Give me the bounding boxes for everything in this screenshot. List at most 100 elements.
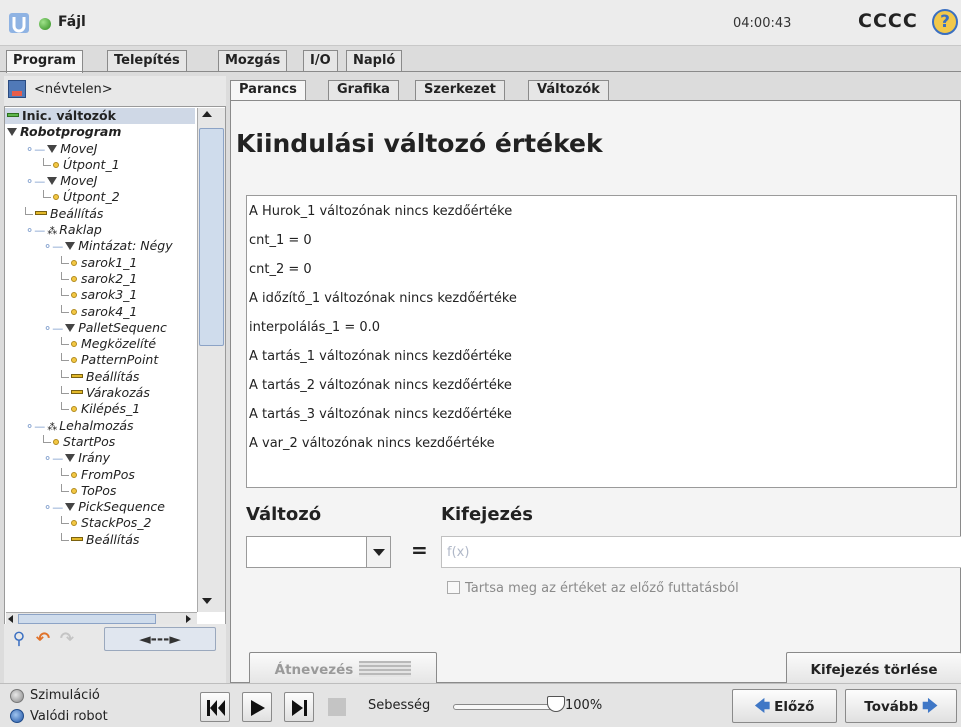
file-menu[interactable]: Fájl [58, 14, 86, 30]
set-bar-icon [71, 390, 83, 395]
variable-item[interactable]: interpolálás_1 = 0.0 [247, 313, 956, 342]
tree-node[interactable]: ⚬— ⁂ Raklap [5, 222, 195, 238]
tree-node-label: Útpont_1 [63, 156, 120, 172]
move-node-button[interactable]: ◄---► [104, 627, 216, 651]
tree-node[interactable]: ⚬— Irány [5, 450, 195, 466]
simulation-label[interactable]: Szimuláció [30, 688, 100, 703]
tab-command[interactable]: Parancs [230, 80, 306, 101]
tree-node[interactable]: sarok3_1 [5, 287, 195, 303]
tree-connector-icon [61, 271, 69, 280]
tree-node-label: Mintázat: Négy [78, 238, 173, 254]
previous-button[interactable]: 🡄 Előző [732, 689, 837, 723]
triangle-icon [47, 144, 58, 153]
tree-node[interactable]: Inic. változók [5, 108, 195, 125]
tab-structure[interactable]: Szerkezet [415, 80, 505, 101]
tree-node[interactable]: ⚬— ⁂ Lehalmozás [5, 418, 195, 434]
tree-node[interactable]: Beállítás [5, 206, 195, 222]
arrow-right-icon: 🡆 [922, 697, 938, 715]
tree-node[interactable]: Várakozás [5, 385, 195, 401]
real-robot-radio[interactable] [10, 709, 24, 723]
variable-item[interactable]: A tartás_1 változónak nincs kezdőértéke [247, 342, 956, 371]
redo-icon[interactable]: ↷ [56, 626, 78, 652]
scroll-thumb-horizontal[interactable] [18, 614, 156, 624]
tree-node[interactable]: Beállítás [5, 532, 195, 548]
variable-item[interactable]: cnt_1 = 0 [247, 226, 956, 255]
tree-node-label: Beállítás [86, 368, 140, 384]
chevron-down-icon[interactable] [366, 537, 390, 567]
tree-node[interactable]: sarok2_1 [5, 271, 195, 287]
help-icon[interactable]: ? [932, 9, 958, 35]
tree-connector-icon [61, 402, 69, 411]
tab-graphics[interactable]: Grafika [328, 80, 399, 101]
tree-node[interactable]: StartPos [5, 434, 195, 450]
file-status-icon[interactable] [39, 18, 51, 30]
tree-node[interactable]: Kilépés_1 [5, 401, 195, 417]
tree-node[interactable]: PatternPoint [5, 352, 195, 368]
tree-node[interactable]: Robotprogram [5, 124, 195, 140]
variable-dropdown[interactable] [246, 536, 391, 568]
tree-node[interactable]: StackPos_2 [5, 515, 195, 531]
stop-button[interactable] [326, 692, 348, 722]
tree-connector-icon [43, 190, 51, 199]
tree-node[interactable]: Beállítás [5, 369, 195, 385]
next-button[interactable]: Tovább 🡆 [845, 689, 957, 723]
play-button[interactable] [242, 692, 272, 722]
variable-item[interactable]: cnt_2 = 0 [247, 255, 956, 284]
tree-node[interactable]: Útpont_1 [5, 157, 195, 173]
step-forward-icon [292, 700, 307, 716]
simulation-radio[interactable] [10, 689, 24, 703]
undo-icon[interactable]: ↶ [32, 626, 54, 652]
keep-value-checkbox[interactable] [447, 581, 460, 594]
tree-node[interactable]: Útpont_2 [5, 189, 195, 205]
tree-node[interactable]: sarok1_1 [5, 255, 195, 271]
expression-input[interactable] [441, 536, 961, 568]
speed-slider-handle[interactable] [547, 696, 565, 712]
tab-program[interactable]: Program [6, 50, 83, 73]
tree-connector-icon: ⚬— [25, 224, 46, 238]
tree-node[interactable]: ⚬— Mintázat: Négy [5, 238, 195, 254]
tree-connector-icon: ⚬— [43, 321, 64, 335]
variable-item[interactable]: A var_2 változónak nincs kezdőértéke [247, 429, 956, 458]
initial-variables-list[interactable]: A Hurok_1 változónak nincs kezdőértéke cn… [246, 195, 957, 488]
scroll-up-icon[interactable] [202, 111, 212, 117]
tab-io[interactable]: I/O [303, 50, 338, 72]
step-button[interactable] [284, 692, 314, 722]
tree-node[interactable]: ⚬— MoveJ [5, 141, 195, 157]
tree-connector-icon [61, 386, 69, 395]
scroll-down-icon[interactable] [202, 598, 212, 604]
tree-node[interactable]: ⚬— MoveJ [5, 173, 195, 189]
scroll-right-icon[interactable] [186, 615, 191, 623]
tree-node[interactable]: sarok4_1 [5, 304, 195, 320]
tree-connector-icon [61, 483, 69, 492]
search-icon[interactable]: ⚲ [8, 626, 30, 652]
tree-node[interactable]: ⚬— PalletSequenc [5, 320, 195, 336]
tab-divider [0, 71, 961, 72]
tree-node[interactable]: ToPos [5, 483, 195, 499]
variable-item[interactable]: A Hurok_1 változónak nincs kezdőértéke [247, 197, 956, 226]
scroll-thumb[interactable] [199, 128, 224, 346]
variable-item[interactable]: A tartás_3 változónak nincs kezdőértéke [247, 400, 956, 429]
green-bar-icon [7, 113, 19, 117]
triangle-icon [65, 242, 76, 251]
save-program-icon[interactable] [8, 80, 26, 98]
variable-item[interactable]: A tartás_2 változónak nincs kezdőértéke [247, 371, 956, 400]
variable-item[interactable]: A időzítő_1 változónak nincs kezdőértéke [247, 284, 956, 313]
command-panel: Parancs Grafika Szerkezet Változók Kiind… [230, 76, 961, 688]
tree-node[interactable]: ⚬— PickSequence [5, 499, 195, 515]
tree-vertical-scrollbar[interactable] [197, 108, 225, 612]
tree-node[interactable]: FromPos [5, 467, 195, 483]
tab-installation[interactable]: Telepítés [107, 50, 187, 72]
real-robot-label[interactable]: Valódi robot [30, 709, 108, 724]
tab-move[interactable]: Mozgás [218, 50, 288, 72]
skip-to-start-button[interactable] [200, 692, 230, 722]
tree-node-label: sarok3_1 [81, 287, 138, 303]
triangle-icon [7, 128, 17, 137]
tree-node[interactable]: Megközelíté [5, 336, 195, 352]
tab-log[interactable]: Napló [346, 50, 403, 72]
tree-node-label: Megközelíté [81, 336, 157, 352]
robot-name: CCCC [858, 10, 918, 32]
tab-variables[interactable]: Változók [528, 80, 609, 101]
keep-value-option[interactable]: Tartsa meg az értéket az előző futtatásb… [447, 581, 739, 599]
scroll-left-icon[interactable] [8, 615, 13, 623]
triangle-icon [65, 503, 76, 512]
